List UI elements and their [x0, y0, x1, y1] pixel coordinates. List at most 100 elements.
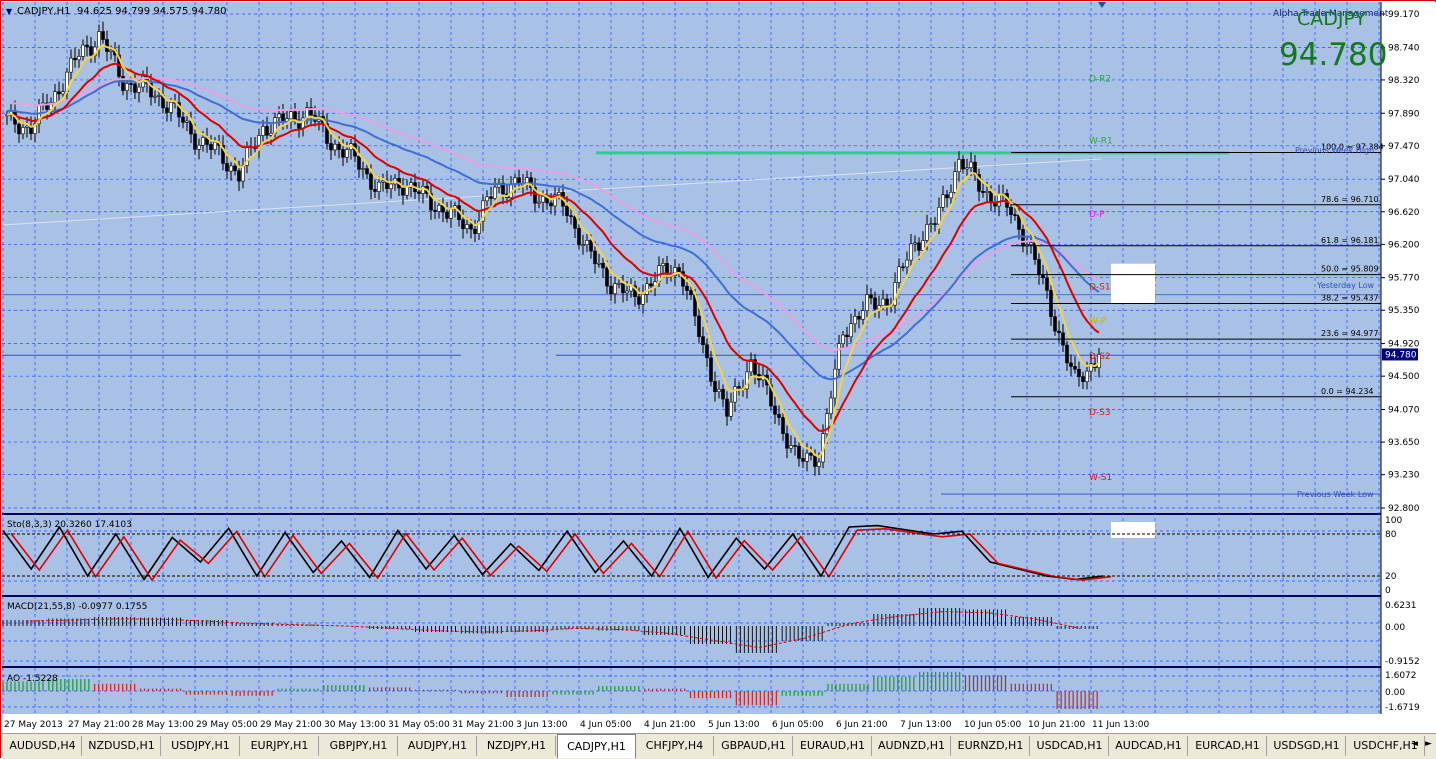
stochastic-panel[interactable] — [2, 515, 1381, 595]
candle-body — [1029, 242, 1033, 245]
candle-body — [881, 298, 885, 306]
pivot-label: W-R1 — [1089, 137, 1113, 147]
macd-axis-label: 0.00 — [1385, 623, 1405, 633]
candle-body — [485, 196, 489, 202]
candle-body — [997, 194, 1001, 207]
stochastic-axis-label: 100 — [1385, 516, 1402, 526]
candle-body — [341, 149, 345, 158]
candle-body — [57, 91, 61, 95]
symbol-tab[interactable]: NZDUSD,H1 — [83, 736, 161, 756]
candle-body — [489, 196, 493, 199]
candle-body — [637, 296, 641, 305]
tab-scroll-left-icon[interactable]: ◄ — [1411, 739, 1418, 749]
pivot-label: D-S2 — [1089, 352, 1111, 362]
candle-body — [605, 267, 609, 287]
candle-body — [737, 386, 741, 389]
symbol-tab[interactable]: NZDJPY,H1 — [478, 736, 556, 756]
candle-body — [985, 191, 989, 193]
candle-body — [813, 455, 817, 467]
symbol-tab[interactable]: AUDCAD,H1 — [1110, 736, 1188, 756]
candle-body — [465, 224, 469, 229]
candle-body — [593, 250, 597, 265]
symbol-tab[interactable]: CADJPY,H1 — [557, 734, 636, 758]
symbol-tab[interactable]: EURAUD,H1 — [794, 736, 872, 756]
candle-body — [181, 116, 185, 123]
fib-level-label: 23.6 = 94.977 — [1321, 329, 1379, 338]
stochastic-axis-label: 20 — [1385, 572, 1397, 582]
candle-body — [597, 262, 601, 265]
ao-axis-label: 0.00 — [1385, 688, 1405, 698]
candle-body — [81, 44, 85, 57]
symbol-tab[interactable]: EURJPY,H1 — [241, 736, 319, 756]
candle-body — [373, 189, 377, 192]
macd-axis-label: 0.6231 — [1385, 601, 1417, 611]
candle-body — [785, 433, 789, 449]
symbol-tab[interactable]: USDJPY,H1 — [162, 736, 240, 756]
candle-body — [733, 386, 737, 403]
candle-body — [617, 282, 621, 285]
candle-body — [649, 283, 653, 287]
candle-body — [933, 223, 937, 225]
main-price-panel[interactable] — [2, 2, 1381, 513]
candle-body — [697, 315, 701, 337]
candle-body — [17, 123, 21, 135]
symbol-tab[interactable]: AUDNZD,H1 — [873, 736, 951, 756]
chart-canvas[interactable]: 100.0 = 97.38478.6 = 96.71061.8 = 96.181… — [1, 1, 1436, 733]
candle-body — [645, 283, 649, 295]
macd-axis-label: -0.9152 — [1385, 657, 1420, 667]
symbol-tab[interactable]: AUDUSD,H4 — [4, 736, 82, 756]
candle-body — [949, 191, 953, 199]
symbol-tab[interactable]: AUDJPY,H1 — [399, 736, 477, 756]
candle-body — [925, 224, 929, 241]
symbol-tab[interactable]: CHFJPY,H4 — [636, 736, 714, 756]
candle-body — [73, 57, 77, 61]
symbol-timeframe: CADJPY,H1 — [17, 6, 70, 17]
price-tick-label: 93.230 — [1388, 471, 1420, 481]
candle-body — [953, 171, 957, 193]
time-tick-label: 6 Jun 05:00 — [772, 720, 824, 730]
time-tick-label: 29 May 21:00 — [260, 720, 322, 730]
symbol-tab[interactable]: GBPJPY,H1 — [320, 736, 398, 756]
candle-body — [569, 215, 573, 218]
candle-body — [937, 207, 941, 225]
symbol-tab[interactable]: EURCAD,H1 — [1189, 736, 1267, 756]
candle-body — [133, 83, 137, 93]
price-tick-label: 92.800 — [1388, 504, 1420, 514]
symbol-tab[interactable]: USDCAD,H1 — [1031, 736, 1109, 756]
macd-panel[interactable] — [2, 597, 1381, 666]
candle-body — [777, 414, 781, 418]
time-tick-label: 10 Jun 05:00 — [964, 720, 1021, 730]
symbol-tab[interactable]: GBPAUD,H1 — [715, 736, 793, 756]
candle-body — [377, 181, 381, 192]
candle-body — [917, 242, 921, 251]
candle-body — [817, 461, 821, 467]
candle-body — [565, 205, 569, 216]
candle-body — [201, 137, 205, 146]
candle-body — [77, 56, 81, 61]
pivot-label: W-P — [1089, 316, 1107, 326]
candle-body — [233, 165, 237, 172]
candle-body — [865, 294, 869, 311]
candle-body — [961, 159, 965, 170]
chart-menu-arrow-icon[interactable]: ▼ — [6, 7, 13, 16]
price-tick-label: 96.620 — [1388, 208, 1420, 218]
candle-body — [909, 243, 913, 261]
previous-week-low-label: Previous Week Low — [1297, 490, 1374, 499]
candle-body — [473, 228, 477, 234]
candle-body — [685, 285, 689, 291]
candle-body — [701, 336, 705, 346]
candle-body — [261, 126, 265, 136]
symbol-tab[interactable]: EURNZD,H1 — [952, 736, 1030, 756]
price-tick-label: 98.320 — [1388, 76, 1420, 86]
candle-body — [677, 267, 681, 272]
fib-level-label: 38.2 = 95.437 — [1321, 293, 1379, 302]
candle-body — [185, 120, 189, 123]
candle-body — [557, 192, 561, 196]
candle-body — [913, 242, 917, 245]
time-tick-label: 6 Jun 21:00 — [836, 720, 888, 730]
candle-body — [333, 143, 337, 151]
symbol-tab[interactable]: USDSGD,H1 — [1268, 736, 1346, 756]
tab-scroll-right-icon[interactable]: ► — [1425, 739, 1432, 749]
candle-body — [345, 149, 349, 158]
candle-body — [809, 452, 813, 456]
